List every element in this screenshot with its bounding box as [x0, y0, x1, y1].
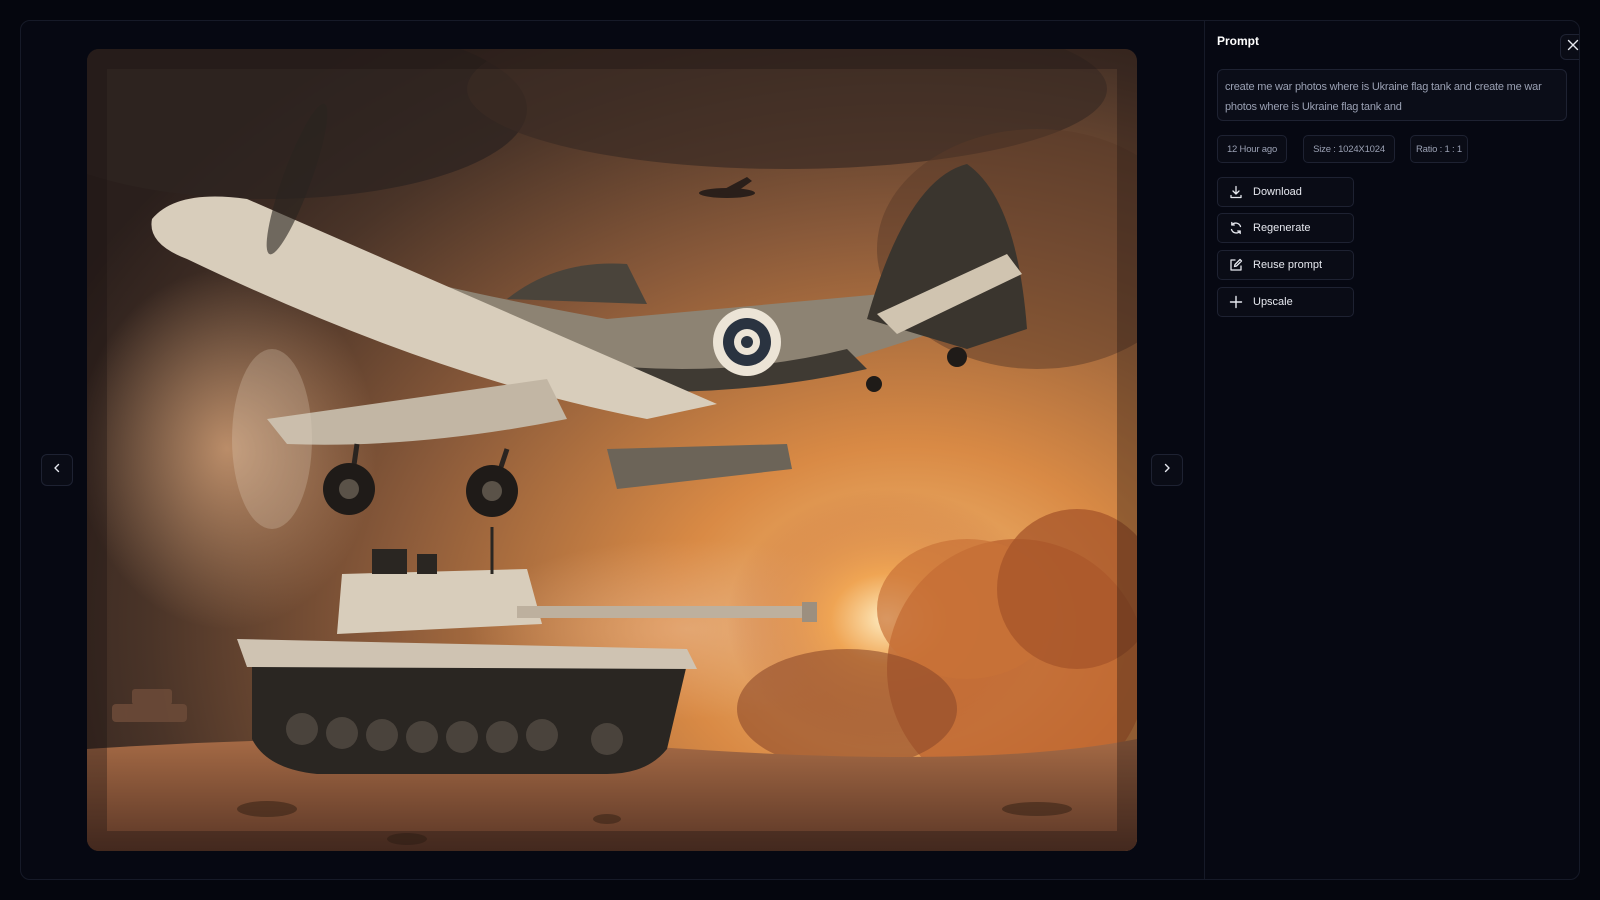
panel-title: Prompt — [1217, 34, 1259, 48]
war-scene-illustration — [87, 49, 1137, 851]
prompt-text: create me war photos where is Ukraine fl… — [1217, 69, 1567, 121]
regenerate-label: Regenerate — [1253, 222, 1311, 234]
reuse-prompt-button[interactable]: Reuse prompt — [1217, 250, 1354, 280]
next-image-button[interactable] — [1151, 454, 1183, 486]
previous-image-button[interactable] — [41, 454, 73, 486]
regenerate-button[interactable]: Regenerate — [1217, 213, 1354, 243]
upscale-button[interactable]: Upscale — [1217, 287, 1354, 317]
reuse-prompt-label: Reuse prompt — [1253, 259, 1323, 271]
edit-icon — [1229, 258, 1243, 272]
size-chip: Size : 1024X1024 — [1303, 135, 1395, 163]
prompt-panel: Prompt create me war photos where is Ukr… — [1205, 21, 1579, 879]
generated-image — [87, 49, 1137, 851]
time-chip: 12 Hour ago — [1217, 135, 1287, 163]
refresh-icon — [1229, 221, 1243, 235]
plus-icon — [1229, 295, 1243, 309]
close-icon — [1566, 38, 1579, 57]
ratio-chip: Ratio : 1 : 1 — [1410, 135, 1468, 163]
download-icon — [1229, 185, 1243, 199]
download-label: Download — [1253, 186, 1302, 198]
image-detail-modal: Prompt create me war photos where is Ukr… — [20, 20, 1580, 880]
upscale-label: Upscale — [1253, 296, 1293, 308]
chevron-left-icon — [51, 461, 63, 479]
image-viewer — [21, 21, 1204, 879]
close-button[interactable] — [1560, 34, 1579, 60]
chevron-right-icon — [1161, 461, 1173, 479]
download-button[interactable]: Download — [1217, 177, 1354, 207]
